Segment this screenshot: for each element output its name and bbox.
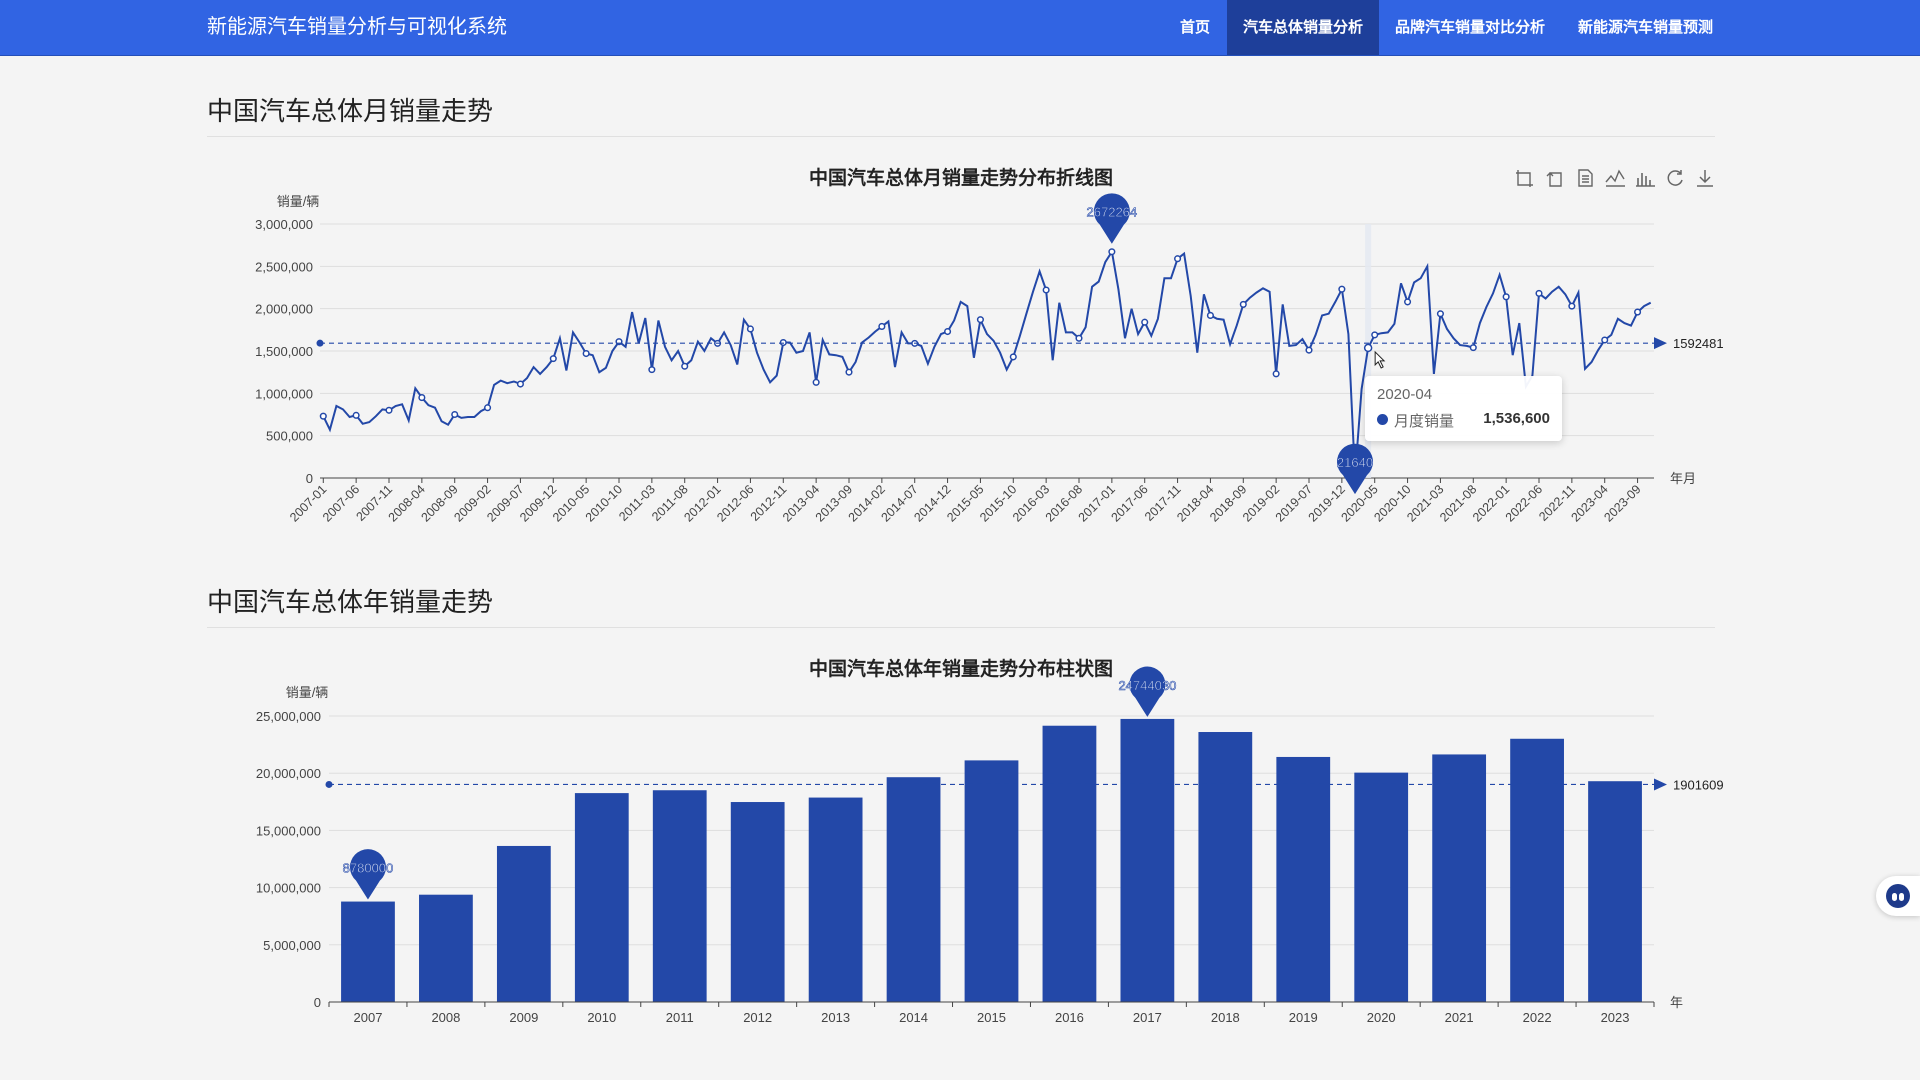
bar-xtick-label: 2017 <box>1133 1010 1162 1025</box>
tooltip-series-name: 月度销量 <box>1394 413 1455 430</box>
bar-markline-start <box>325 780 333 788</box>
bar-xtick-label: 2012 <box>743 1010 772 1025</box>
bar-xtick-label: 2010 <box>587 1010 616 1025</box>
bar-ytick-label: 20,000,000 <box>256 766 321 781</box>
bar-xtick-label: 2007 <box>354 1010 383 1025</box>
bar-2013 <box>808 797 863 1002</box>
bar-xtick-label: 2013 <box>821 1010 850 1025</box>
tooltip-series-dot <box>1377 414 1388 425</box>
bar-markline-label: 1901609 <box>1673 777 1724 792</box>
bar-xtick-label: 2019 <box>1289 1010 1318 1025</box>
bar-xtick-label: 2023 <box>1601 1010 1630 1025</box>
tooltip-date: 2020-04 <box>1377 386 1433 403</box>
bar-ytick-label: 25,000,000 <box>256 709 321 724</box>
bar-xtick-label: 2014 <box>899 1010 928 1025</box>
bar-ytick-label: 10,000,000 <box>256 881 321 896</box>
bar-xtick-label: 2016 <box>1055 1010 1084 1025</box>
bar-max-markpoint: 24744030 <box>1118 666 1177 717</box>
bar-xtick-label: 2008 <box>431 1010 460 1025</box>
chart-tooltip: 2020-04 月度销量 1,536,600 <box>1365 376 1562 441</box>
bar-2009 <box>496 845 551 1002</box>
bar-xtick-label: 2011 <box>666 1010 694 1025</box>
bar-ylabel: 销量/辆 <box>286 685 329 700</box>
bar-xtick-label: 2020 <box>1367 1010 1396 1025</box>
bar-2017 <box>1120 718 1175 1002</box>
bar-xlabel: 年 <box>1670 995 1683 1010</box>
tooltip-value: 1,536,600 <box>1483 410 1550 427</box>
bar-2019 <box>1276 756 1331 1002</box>
robot-face-icon <box>1886 884 1910 908</box>
bar-xtick-label: 2015 <box>977 1010 1006 1025</box>
bar-markline-arrow <box>1654 778 1667 791</box>
bar-2011 <box>652 790 707 1002</box>
bar-2021 <box>1432 754 1487 1002</box>
bar-2018 <box>1198 732 1253 1002</box>
bar-ytick-label: 0 <box>314 995 321 1010</box>
bar-max-markpoint-label: 24744030 <box>1118 678 1176 693</box>
bar-2007 <box>341 901 395 1002</box>
bar-2020 <box>1354 772 1409 1002</box>
bar-2023 <box>1588 781 1642 1002</box>
assistant-robot-icon[interactable] <box>1876 876 1920 916</box>
bar-2008 <box>419 894 473 1002</box>
bar-min-markpoint: 8780000 <box>342 849 394 900</box>
bar-2016 <box>1042 725 1097 1002</box>
bar-2014 <box>886 777 941 1002</box>
bar-2015 <box>964 760 1019 1002</box>
bar-2012 <box>730 802 785 1002</box>
bar-2010 <box>574 793 629 1002</box>
bar-xtick-label: 2021 <box>1445 1010 1474 1025</box>
bar-xtick-label: 2022 <box>1523 1010 1552 1025</box>
bar-min-markpoint-label: 8780000 <box>343 861 394 876</box>
yearly-bar-chart[interactable]: 0 5,000,000 10,000,000 15,000,000 20,000,000… <box>0 0 1920 1080</box>
bar-xtick-label: 2009 <box>509 1010 538 1025</box>
bar-ytick-label: 5,000,000 <box>263 938 321 953</box>
bar-ytick-label: 15,000,000 <box>256 823 321 838</box>
bar-2022 <box>1510 738 1564 1002</box>
bar-xtick-label: 2018 <box>1211 1010 1240 1025</box>
